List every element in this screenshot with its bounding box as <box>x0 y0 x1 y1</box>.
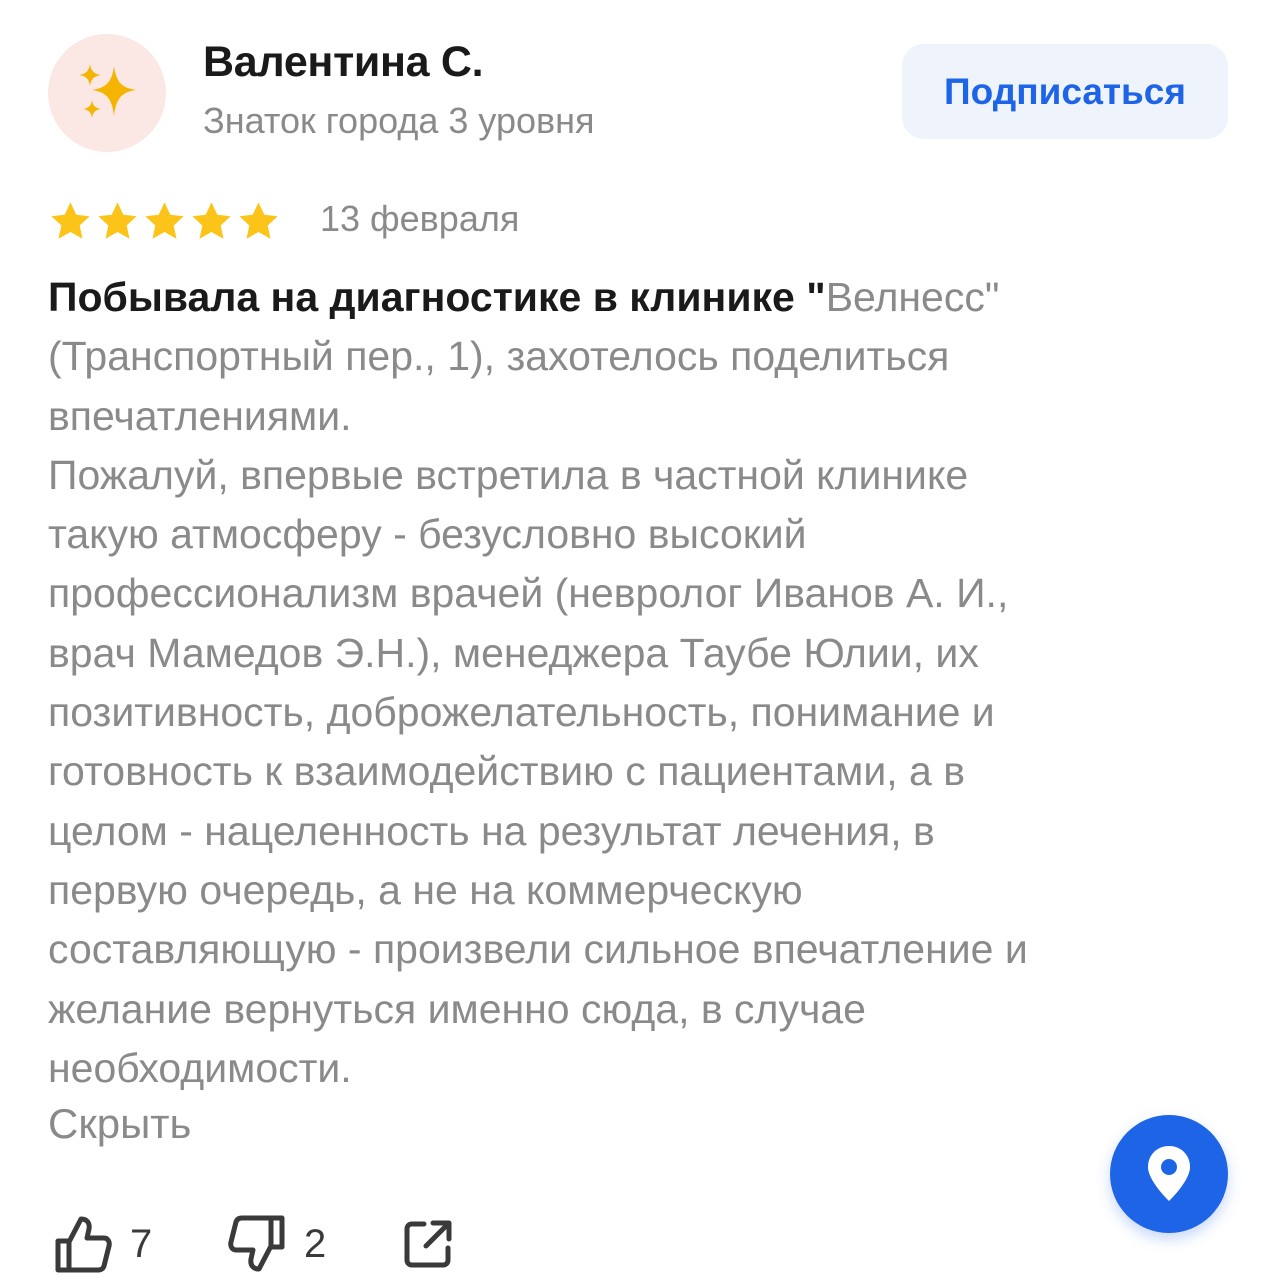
review-heading-rest: Велнесс" <box>825 274 1000 320</box>
star-icon <box>145 202 184 239</box>
star-icon <box>192 202 231 239</box>
star-icon <box>239 202 278 239</box>
avatar[interactable] <box>48 34 166 152</box>
thumbs-down-icon <box>228 1215 285 1272</box>
review-line: позитивность, доброжелательность, понима… <box>48 689 995 736</box>
like-button[interactable]: 7 <box>54 1212 152 1276</box>
review-line-1: Побывала на диагностике в клинике "Велне… <box>48 268 1208 327</box>
review-line: необходимости. <box>48 1044 352 1091</box>
review-line: готовность к взаимодействию с пациентами… <box>48 748 965 795</box>
subscribe-button[interactable]: Подписаться <box>902 44 1228 139</box>
share-button[interactable] <box>402 1212 454 1276</box>
rating-stars <box>48 199 281 244</box>
review-line: составляющую - произвели сильное впечатл… <box>48 926 1028 973</box>
review-line: врач Мамедов Э.Н.), менеджера Таубе Юлии… <box>48 629 979 676</box>
sparkles-icon <box>79 64 136 118</box>
map-pin-button[interactable] <box>1110 1115 1228 1233</box>
thumbs-up-icon <box>55 1216 112 1273</box>
dislike-button[interactable]: 2 <box>228 1212 326 1276</box>
review-line: целом - нацеленность на результат лечени… <box>48 807 935 854</box>
dislikes-count: 2 <box>304 1221 327 1266</box>
author-level: Знаток города 3 уровня <box>203 100 595 141</box>
author-name[interactable]: Валентина С. <box>203 38 484 87</box>
review-heading: Побывала на диагностике в клинике " <box>48 274 826 320</box>
review-line: желание вернуться именно сюда, в случае <box>48 985 866 1032</box>
share-icon <box>404 1220 452 1268</box>
hide-review-link[interactable]: Скрыть <box>48 1100 191 1148</box>
review-line: (Транспортный пер., 1), захотелось подел… <box>48 333 950 380</box>
likes-count: 7 <box>130 1221 153 1266</box>
review-line: профессионализм врачей (невролог Иванов … <box>48 570 1009 617</box>
map-pin-icon <box>1148 1146 1190 1201</box>
review-line: Пожалуй, впервые встретила в частной кли… <box>48 451 969 498</box>
review-line: такую атмосферу - безусловно высокий <box>48 511 807 558</box>
review-line: первую очередь, а не на коммерческую <box>48 866 803 913</box>
star-icon <box>98 202 137 239</box>
star-icon <box>51 202 90 239</box>
review-date: 13 февраля <box>320 198 520 239</box>
review-text: Побывала на диагностике в клинике "Велне… <box>48 268 1208 1098</box>
review-line: впечатлениями. <box>48 392 352 439</box>
